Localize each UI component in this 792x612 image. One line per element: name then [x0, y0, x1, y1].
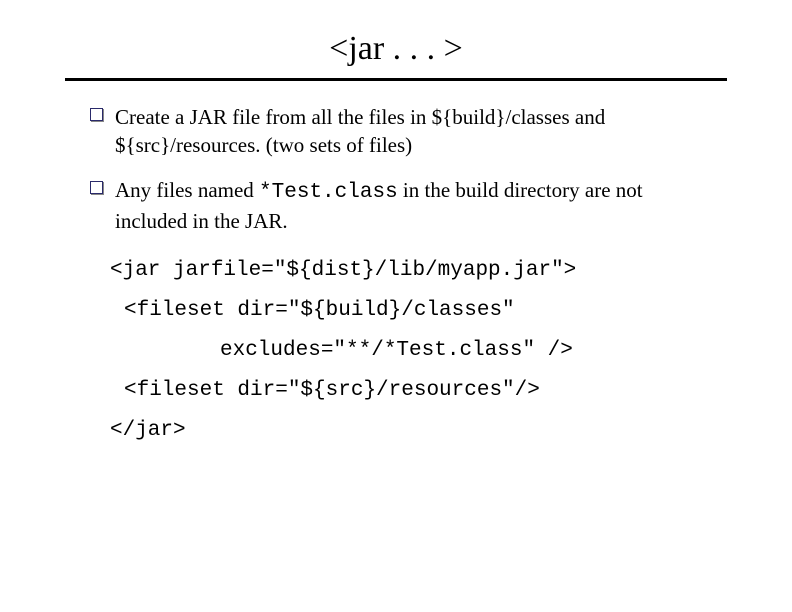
- code-line: <fileset dir="${build}/classes": [110, 291, 702, 331]
- bullet-item: Create a JAR file from all the files in …: [90, 103, 702, 160]
- bullet-item: Any files named *Test.class in the build…: [90, 176, 702, 236]
- code-line: excludes="**/*Test.class" />: [110, 331, 702, 371]
- code-line: <jar jarfile="${dist}/lib/myapp.jar">: [110, 251, 702, 291]
- slide-title: <jar . . . >: [0, 30, 792, 68]
- bullet-box-icon: [90, 108, 103, 121]
- code-line: </jar>: [110, 411, 702, 451]
- code-block: <jar jarfile="${dist}/lib/myapp.jar"> <f…: [110, 251, 702, 450]
- slide-body: Create a JAR file from all the files in …: [0, 103, 792, 451]
- bullet-text: Any files named *Test.class in the build…: [115, 176, 702, 236]
- bullet-box-icon: [90, 181, 103, 194]
- code-line: <fileset dir="${src}/resources"/>: [110, 371, 702, 411]
- title-divider: [65, 78, 727, 81]
- bullet-text: Create a JAR file from all the files in …: [115, 103, 702, 160]
